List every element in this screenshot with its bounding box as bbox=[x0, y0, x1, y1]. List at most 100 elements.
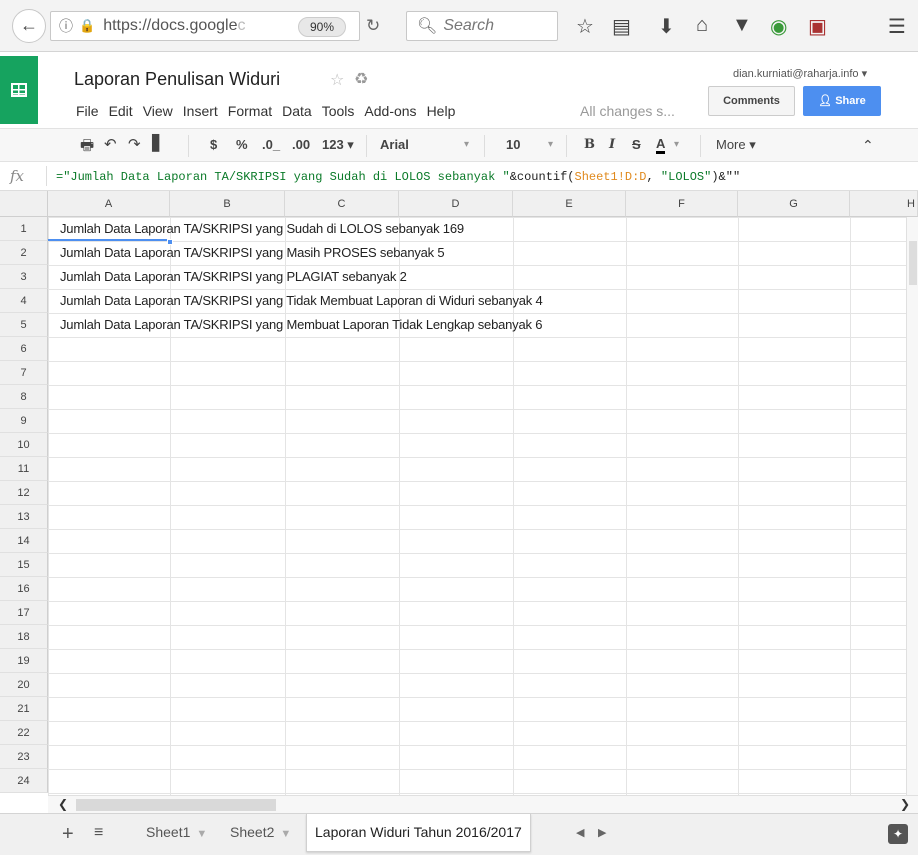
row-header[interactable]: 23 bbox=[0, 745, 48, 769]
row-header[interactable]: 9 bbox=[0, 409, 48, 433]
row-header[interactable]: 20 bbox=[0, 673, 48, 697]
column-header[interactable]: G bbox=[738, 191, 850, 217]
column-header[interactable]: D bbox=[399, 191, 513, 217]
row-header[interactable]: 6 bbox=[0, 337, 48, 361]
share-button[interactable]: 👤︎ Share bbox=[803, 86, 881, 116]
column-header[interactable]: E bbox=[513, 191, 626, 217]
download-icon[interactable]: ⬇ bbox=[658, 14, 675, 39]
chevron-down-icon[interactable]: ▾ bbox=[674, 139, 679, 150]
redo-icon[interactable]: ↷ bbox=[128, 135, 141, 153]
currency-format-button[interactable]: $ bbox=[210, 137, 217, 152]
menu-insert[interactable]: Insert bbox=[183, 103, 218, 119]
row-header[interactable]: 15 bbox=[0, 553, 48, 577]
chevron-down-icon[interactable]: ▼ bbox=[280, 828, 291, 840]
extension-shield-icon[interactable]: ▣ bbox=[808, 14, 827, 39]
row-header[interactable]: 7 bbox=[0, 361, 48, 385]
account-email[interactable]: dian.kurniati@raharja.info ▾ bbox=[733, 67, 867, 80]
strikethrough-button[interactable]: S bbox=[632, 137, 641, 152]
print-icon[interactable]: 🖶︎ bbox=[80, 135, 94, 160]
row-header[interactable]: 24 bbox=[0, 769, 48, 793]
font-size-dropdown[interactable]: 10 bbox=[506, 137, 520, 152]
row-header[interactable]: 2 bbox=[0, 241, 48, 265]
row-header[interactable]: 11 bbox=[0, 457, 48, 481]
search-input[interactable]: 🔍︎ Search bbox=[406, 11, 558, 41]
column-header[interactable]: A bbox=[48, 191, 170, 217]
zoom-level[interactable]: 90% bbox=[298, 17, 346, 37]
row-header[interactable]: 10 bbox=[0, 433, 48, 457]
sheets-logo[interactable] bbox=[0, 56, 38, 124]
row-header[interactable]: 21 bbox=[0, 697, 48, 721]
tab-scroll-left-icon[interactable]: ◀ bbox=[576, 826, 584, 839]
cell-a2[interactable]: Jumlah Data Laporan TA/SKRIPSI yang Masi… bbox=[60, 241, 445, 265]
reading-list-icon[interactable]: ▤ bbox=[612, 14, 631, 39]
row-header[interactable]: 17 bbox=[0, 601, 48, 625]
menu-help[interactable]: Help bbox=[427, 103, 456, 119]
scroll-left-icon[interactable]: ❮ bbox=[58, 797, 68, 811]
star-icon[interactable]: ☆ bbox=[330, 70, 344, 90]
bold-button[interactable]: B bbox=[584, 137, 595, 152]
italic-button[interactable]: I bbox=[609, 137, 615, 152]
autosave-status[interactable]: All changes s... bbox=[580, 103, 675, 119]
move-folder-icon[interactable]: ♻ bbox=[354, 69, 368, 89]
chevron-down-icon[interactable]: ▾ bbox=[464, 139, 469, 150]
row-header[interactable]: 19 bbox=[0, 649, 48, 673]
cell-a4[interactable]: Jumlah Data Laporan TA/SKRIPSI yang Tida… bbox=[60, 289, 543, 313]
row-header[interactable]: 4 bbox=[0, 289, 48, 313]
back-button[interactable]: ← bbox=[12, 8, 46, 43]
menu-edit[interactable]: Edit bbox=[109, 103, 133, 119]
menu-file[interactable]: File bbox=[76, 103, 99, 119]
row-header[interactable]: 13 bbox=[0, 505, 48, 529]
document-title[interactable]: Laporan Penulisan Widuri bbox=[74, 69, 280, 90]
select-all-corner[interactable] bbox=[0, 191, 48, 217]
row-header[interactable]: 5 bbox=[0, 313, 48, 337]
chevron-down-icon[interactable]: ▼ bbox=[196, 828, 207, 840]
text-color-button[interactable]: A bbox=[656, 137, 666, 154]
hamburger-menu-icon[interactable]: ☰ bbox=[888, 14, 906, 39]
fill-handle[interactable] bbox=[167, 239, 173, 245]
info-icon[interactable]: ⓘ bbox=[59, 16, 73, 36]
scroll-thumb[interactable] bbox=[909, 241, 917, 285]
more-formats-dropdown[interactable]: 123 ▾ bbox=[322, 137, 354, 153]
paint-format-icon[interactable]: ▋ bbox=[152, 134, 164, 152]
home-icon[interactable]: ⌂ bbox=[696, 14, 708, 37]
bookmark-star-icon[interactable]: ☆ bbox=[576, 14, 594, 39]
decrease-decimal-button[interactable]: .0_ bbox=[262, 137, 280, 152]
add-sheet-icon[interactable]: + bbox=[62, 823, 74, 846]
comments-button[interactable]: Comments bbox=[708, 86, 795, 116]
reload-icon[interactable]: ↻ bbox=[366, 16, 380, 36]
row-header[interactable]: 16 bbox=[0, 577, 48, 601]
undo-icon[interactable]: ↶ bbox=[104, 135, 117, 153]
column-header[interactable]: H bbox=[850, 191, 918, 217]
tab-sheet1[interactable]: Sheet1 ▼ bbox=[138, 814, 215, 852]
scroll-thumb[interactable] bbox=[76, 799, 276, 811]
menu-tools[interactable]: Tools bbox=[322, 103, 355, 119]
percent-format-button[interactable]: % bbox=[236, 137, 248, 152]
menu-data[interactable]: Data bbox=[282, 103, 312, 119]
scroll-right-icon[interactable]: ❯ bbox=[900, 797, 910, 811]
tab-sheet2[interactable]: Sheet2 ▼ bbox=[222, 814, 299, 852]
pocket-icon[interactable]: ▼ bbox=[732, 14, 752, 37]
cell-a3[interactable]: Jumlah Data Laporan TA/SKRIPSI yang PLAG… bbox=[60, 265, 407, 289]
row-header[interactable]: 1 bbox=[0, 217, 48, 241]
tab-laporan-widuri[interactable]: Laporan Widuri Tahun 2016/2017 bbox=[306, 814, 531, 852]
row-header[interactable]: 12 bbox=[0, 481, 48, 505]
formula-input[interactable]: ="Jumlah Data Laporan TA/SKRIPSI yang Su… bbox=[56, 170, 740, 184]
tab-scroll-right-icon[interactable]: ▶ bbox=[598, 826, 606, 839]
row-header[interactable]: 18 bbox=[0, 625, 48, 649]
explore-icon[interactable]: ✦ bbox=[888, 824, 908, 844]
row-header[interactable]: 3 bbox=[0, 265, 48, 289]
vertical-scrollbar[interactable] bbox=[906, 217, 918, 795]
collapse-toolbar-icon[interactable]: ⌃ bbox=[862, 137, 874, 154]
column-header[interactable]: B bbox=[170, 191, 285, 217]
menu-addons[interactable]: Add-ons bbox=[364, 103, 416, 119]
extension-icon[interactable]: ◉ bbox=[770, 14, 787, 39]
spreadsheet-grid[interactable]: A B C D E F G H 1 2 3 4 5 6 7 8 9 10 11 12 13 14 15 16 1… bbox=[0, 191, 918, 795]
url-text[interactable]: https://docs.googlec bbox=[103, 17, 283, 35]
cell-a5[interactable]: Jumlah Data Laporan TA/SKRIPSI yang Memb… bbox=[60, 313, 542, 337]
horizontal-scrollbar[interactable]: ❮ ❯ bbox=[48, 795, 918, 813]
row-header[interactable]: 14 bbox=[0, 529, 48, 553]
row-header[interactable]: 22 bbox=[0, 721, 48, 745]
column-header[interactable]: C bbox=[285, 191, 399, 217]
menu-format[interactable]: Format bbox=[228, 103, 272, 119]
column-header[interactable]: F bbox=[626, 191, 738, 217]
